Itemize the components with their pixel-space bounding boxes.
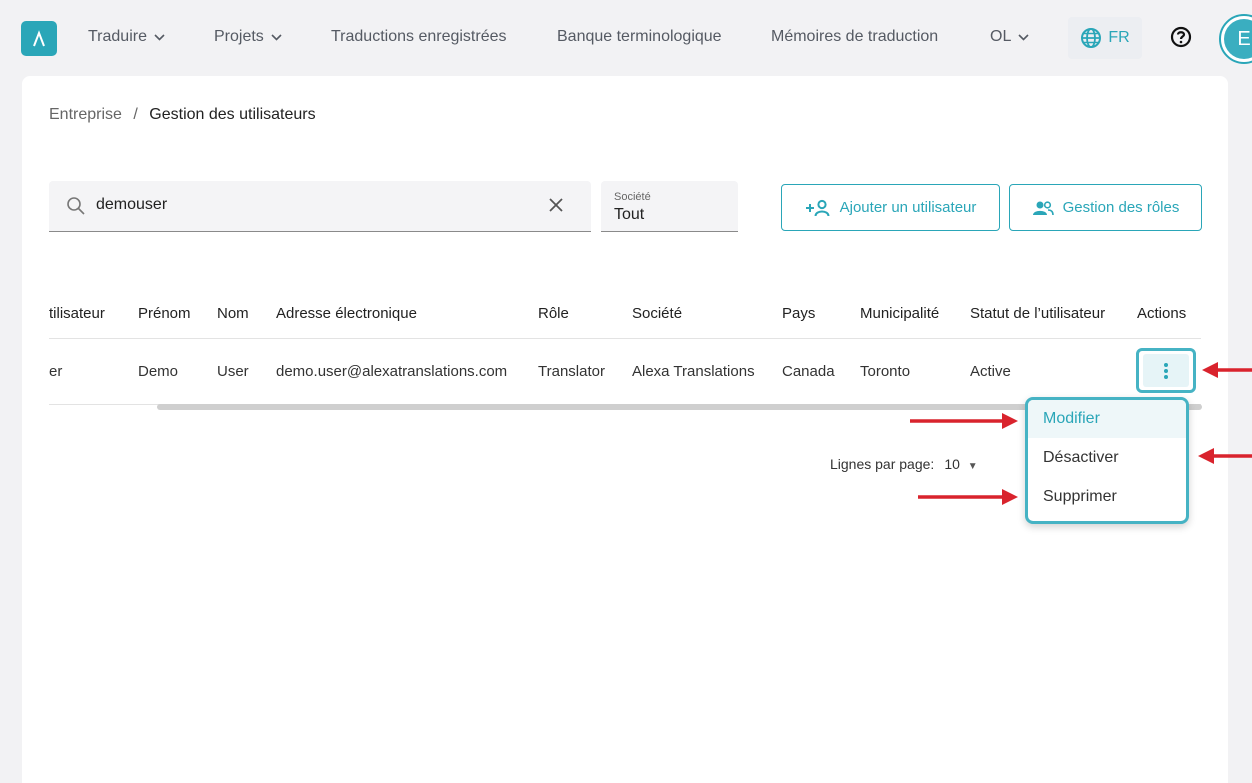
col-header-company[interactable]: Société — [632, 305, 682, 322]
chevron-down-icon — [271, 33, 282, 41]
search-field[interactable] — [49, 181, 591, 232]
close-icon[interactable] — [548, 197, 564, 213]
menu-item-supprimer[interactable]: Supprimer — [1028, 478, 1186, 516]
nav-item-label: Traduire — [88, 28, 147, 45]
search-icon — [67, 197, 85, 215]
breadcrumb: Entreprise / Gestion des utilisateurs — [49, 106, 316, 124]
nav-traductions-enregistrees[interactable]: Traductions enregistrées — [331, 28, 507, 46]
avatar-initial: E — [1224, 19, 1252, 59]
col-header-status[interactable]: Statut de l’utilisateur — [970, 305, 1105, 322]
nav-item-label: Traductions enregistrées — [331, 28, 507, 45]
breadcrumb-separator: / — [133, 106, 138, 123]
col-header-role[interactable]: Rôle — [538, 305, 569, 322]
language-button[interactable]: FR — [1068, 17, 1142, 59]
menu-item-modifier[interactable]: Modifier — [1028, 400, 1186, 438]
nav-traduire[interactable]: Traduire — [88, 28, 165, 46]
col-header-municipality[interactable]: Municipalité — [860, 305, 939, 322]
add-user-button-label: Ajouter un utilisateur — [839, 199, 977, 216]
search-input[interactable] — [96, 196, 536, 214]
add-user-button[interactable]: Ajouter un utilisateur — [781, 184, 1000, 231]
col-header-actions: Actions — [1137, 305, 1187, 322]
col-header-country[interactable]: Pays — [782, 305, 815, 322]
company-select-value: Tout — [614, 206, 645, 223]
breadcrumb-parent[interactable]: Entreprise — [49, 106, 122, 123]
nav-item-label: Banque terminologique — [557, 28, 722, 45]
row-actions-menu: Modifier Désactiver Supprimer — [1025, 397, 1189, 524]
chevron-down-icon — [1018, 33, 1029, 41]
nav-banque-terminologique[interactable]: Banque terminologique — [557, 28, 722, 46]
row-actions-button[interactable] — [1136, 348, 1196, 393]
nav-item-label: Projets — [214, 28, 264, 45]
caret-down-icon: ▼ — [967, 461, 978, 472]
company-select[interactable]: Société Tout — [601, 181, 738, 232]
add-user-icon — [805, 199, 830, 216]
language-label: FR — [1108, 29, 1130, 46]
chevron-down-icon — [154, 33, 165, 41]
col-header-lastname[interactable]: Nom — [217, 305, 249, 322]
user-avatar[interactable]: E — [1219, 14, 1252, 64]
rows-per-page-label: Lignes par page: — [830, 456, 935, 472]
cell-country: Canada — [782, 363, 835, 380]
manage-roles-button[interactable]: Gestion des rôles — [1009, 184, 1202, 231]
cell-firstname: Demo — [138, 363, 179, 380]
top-navigation: Traduire Projets Traductions enregistrée… — [0, 0, 1252, 76]
rows-per-page-select[interactable]: 10 ▼ — [944, 456, 977, 472]
annotation-arrow-left-icon — [1202, 362, 1252, 378]
company-select-label: Société — [614, 191, 651, 203]
nav-memoires-de-traduction[interactable]: Mémoires de traduction — [771, 28, 938, 46]
col-header-firstname[interactable]: Prénom — [138, 305, 191, 322]
cell-role: Translator — [538, 363, 605, 380]
group-icon — [1032, 200, 1054, 215]
col-header-username[interactable]: tilisateur — [49, 305, 105, 322]
globe-icon — [1081, 28, 1102, 48]
rows-per-page-value: 10 — [944, 456, 960, 472]
annotation-arrow-right-icon — [918, 489, 1018, 505]
cell-status: Active — [970, 363, 1011, 380]
app-logo[interactable] — [21, 21, 57, 56]
table-header-divider — [49, 338, 1201, 339]
more-vertical-icon — [1164, 362, 1168, 379]
rows-per-page: Lignes par page: 10 ▼ — [830, 456, 978, 472]
annotation-arrow-right-icon — [910, 413, 1018, 429]
col-header-email[interactable]: Adresse électronique — [276, 305, 417, 322]
help-icon[interactable] — [1170, 26, 1192, 48]
menu-item-desactiver[interactable]: Désactiver — [1028, 439, 1186, 477]
cell-lastname: User — [217, 363, 249, 380]
annotation-arrow-left-icon — [1198, 448, 1252, 464]
logo-lambda-icon — [33, 29, 45, 46]
nav-item-label: OL — [990, 28, 1012, 45]
cell-municipality: Toronto — [860, 363, 911, 380]
nav-item-label: Mémoires de traduction — [771, 28, 939, 45]
breadcrumb-current: Gestion des utilisateurs — [149, 106, 316, 123]
nav-ol[interactable]: OL — [990, 28, 1029, 46]
cell-username: er — [49, 363, 63, 380]
cell-company: Alexa Translations — [632, 363, 755, 380]
cell-email: demo.user@alexatranslations.com — [276, 363, 508, 380]
nav-projets[interactable]: Projets — [214, 28, 282, 46]
manage-roles-button-label: Gestion des rôles — [1062, 199, 1180, 216]
